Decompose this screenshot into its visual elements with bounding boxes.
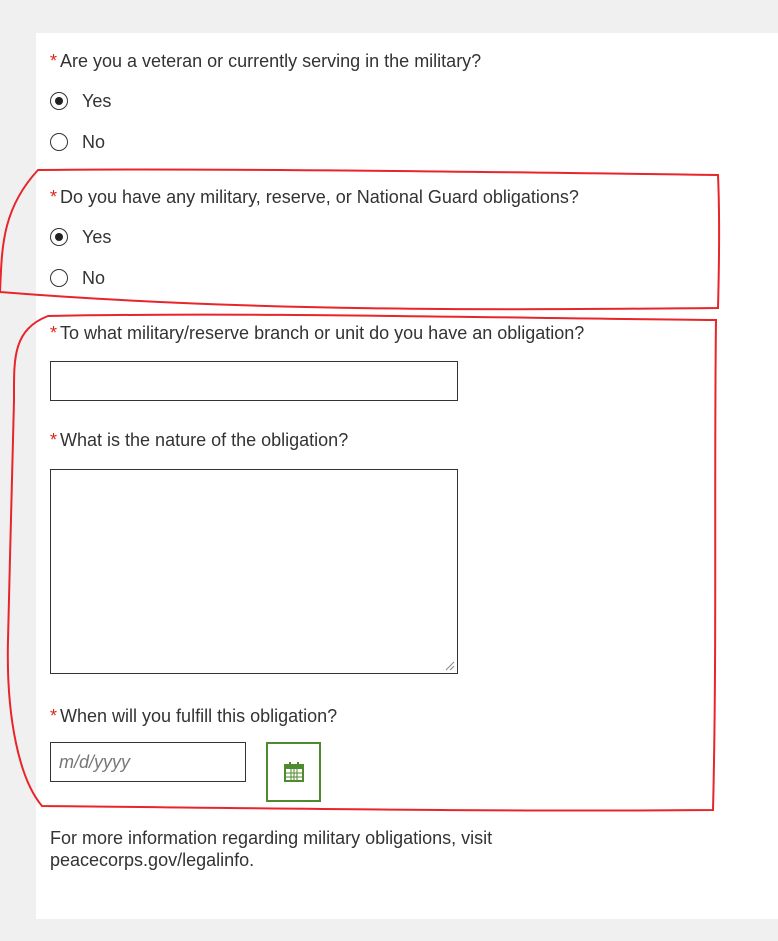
required-asterisk: *	[50, 706, 58, 726]
radio-label-no: No	[82, 132, 106, 152]
question-branch: * To what military/reserve branch or unit…	[50, 322, 584, 344]
veteran-yes-radio[interactable]: Yes	[50, 89, 111, 113]
radio-label-yes: Yes	[82, 227, 112, 247]
radio-button-selected[interactable]	[50, 228, 68, 246]
radio-dot	[55, 97, 63, 105]
fulfill-date-input[interactable]	[50, 742, 246, 782]
resize-handle-icon[interactable]	[445, 661, 455, 671]
legal-info-link[interactable]: peacecorps.gov/legalinfo	[50, 850, 249, 870]
question-veteran: * Are you a veteran or currently serving …	[50, 50, 481, 72]
calendar-icon	[283, 762, 304, 782]
question-fulfill-date: * When will you fulfill this obligation?	[50, 705, 337, 727]
question-label: To what military/reserve branch or unit …	[60, 323, 585, 343]
question-label: Are you a veteran or currently serving i…	[60, 51, 482, 71]
required-asterisk: *	[50, 430, 58, 450]
obligation-nature-textarea[interactable]	[50, 469, 458, 674]
calendar-button[interactable]	[266, 742, 321, 802]
obligations-no-radio[interactable]: No	[50, 266, 105, 290]
radio-dot	[55, 233, 63, 241]
info-text: For more information regarding military …	[50, 827, 690, 871]
branch-unit-input[interactable]	[50, 361, 458, 401]
radio-button[interactable]	[50, 269, 68, 287]
question-label: What is the nature of the obligation?	[60, 430, 349, 450]
info-text-body: For more information regarding military …	[50, 828, 493, 848]
veteran-no-radio[interactable]: No	[50, 130, 105, 154]
radio-button-selected[interactable]	[50, 92, 68, 110]
info-text-suffix: .	[249, 850, 255, 870]
required-asterisk: *	[50, 187, 58, 207]
question-nature: * What is the nature of the obligation?	[50, 429, 348, 451]
required-asterisk: *	[50, 51, 58, 71]
question-label: Do you have any military, reserve, or Na…	[60, 187, 579, 207]
obligations-yes-radio[interactable]: Yes	[50, 225, 111, 249]
radio-label-no: No	[82, 268, 106, 288]
required-asterisk: *	[50, 323, 58, 343]
radio-label-yes: Yes	[82, 91, 112, 111]
question-obligations: * Do you have any military, reserve, or N…	[50, 186, 579, 208]
question-label: When will you fulfill this obligation?	[60, 706, 338, 726]
radio-button[interactable]	[50, 133, 68, 151]
